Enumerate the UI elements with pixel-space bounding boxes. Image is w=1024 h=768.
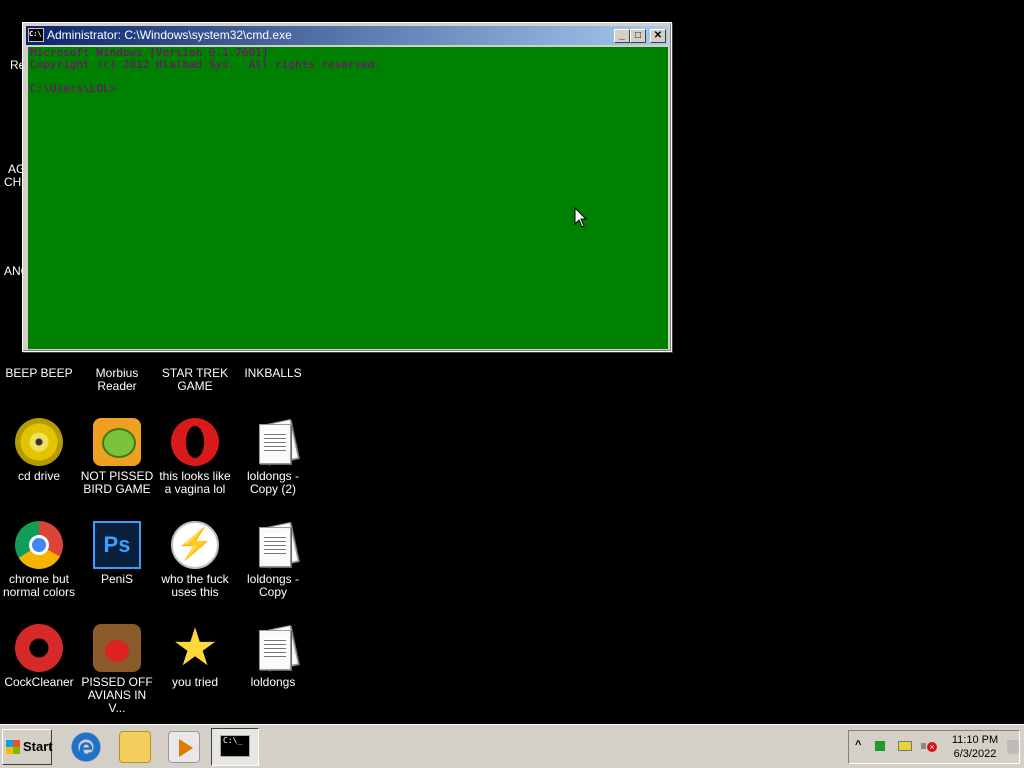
show-hidden-icons-chevron-icon[interactable]: ^ (855, 739, 861, 751)
desktop-icon-you-tried[interactable]: ★ you tried (156, 619, 234, 689)
network-monitor-icon[interactable] (898, 741, 912, 751)
minimize-button[interactable]: _ (614, 29, 630, 43)
desktop-icon-ccleaner[interactable]: CockCleaner (0, 624, 78, 689)
show-desktop-icon[interactable] (1007, 740, 1019, 754)
internet-explorer-icon[interactable]: e (70, 731, 102, 763)
desktop-icon-label: PeniS (100, 572, 134, 586)
text-document-icon (249, 418, 299, 466)
maximize-button[interactable]: □ (630, 29, 646, 43)
desktop-icon-label: NOT PISSED BIRD GAME (80, 469, 154, 496)
window-titlebar[interactable]: C:\ Administrator: C:\Windows\system32\c… (26, 26, 668, 45)
desktop-icon-loldongs-copy-2[interactable]: loldongs - Copy (2) (234, 418, 312, 496)
system-tray: ^ 11:10 PM 6/3/2022 (848, 730, 1020, 764)
taskbar-button-cmd[interactable]: C:\_ (211, 728, 259, 766)
text-document-icon (249, 624, 299, 672)
taskbar: Start e C:\_ ^ 11:10 PM 6/3/2022 (0, 724, 1024, 768)
console-line: ​ (30, 71, 666, 83)
desktop-icon-bird-game[interactable]: NOT PISSED BIRD GAME (78, 418, 156, 496)
media-player-icon[interactable] (168, 731, 200, 763)
cmd-icon[interactable]: C:\ (28, 28, 44, 42)
desktop-icon-photoshop[interactable]: Ps PeniS (78, 521, 156, 586)
console-prompt[interactable]: C:\Users\LOL> (30, 83, 666, 95)
action-center-flag-icon[interactable] (875, 741, 885, 751)
desktop-icon-label: STAR TREK GAME (161, 366, 229, 393)
green-bird-icon (93, 418, 141, 466)
console-output[interactable]: Microsoft Windows [Version 6.1.7601] Copy… (28, 47, 668, 349)
clock-time: 11:10 PM (951, 734, 999, 746)
file-explorer-icon[interactable] (119, 731, 151, 763)
desktop-icon-label: loldongs - Copy (246, 572, 300, 599)
console-line: Copyright (c) 2012 Hlalbad Sys. All righ… (30, 58, 381, 71)
cd-drive-icon (15, 418, 63, 466)
lightning-icon: ⚡ (171, 521, 219, 569)
desktop-icon-inkballs[interactable]: INKBALLS (234, 367, 312, 380)
taskbar-clock[interactable]: 11:10 PM 6/3/2022 (949, 733, 1001, 761)
windows-logo-icon (6, 740, 20, 754)
desktop-icon-opera[interactable]: this looks like a vagina lol (156, 418, 234, 496)
desktop-icon-label: CockCleaner (4, 675, 74, 689)
star-icon: ★ (171, 619, 219, 677)
start-label: Start (23, 739, 53, 754)
desktop-icon-label: who the fuck uses this (161, 572, 229, 599)
start-button[interactable]: Start (2, 729, 53, 765)
cmd-window[interactable]: C:\ Administrator: C:\Windows\system32\c… (22, 22, 672, 352)
text-document-icon (249, 521, 299, 569)
cmd-icon: C:\_ (220, 735, 250, 757)
desktop-icon-label: loldongs (250, 675, 296, 689)
desktop-icon-label: Morbius Reader (95, 366, 139, 393)
desktop-icon-label: INKBALLS (244, 366, 302, 380)
volume-muted-icon[interactable] (921, 740, 937, 754)
desktop-icon-label: cd drive (17, 469, 61, 483)
clock-date: 6/3/2022 (953, 748, 997, 760)
desktop-icon-morbius-reader[interactable]: Morbius Reader (78, 367, 156, 393)
angry-birds-seasons-icon (93, 624, 141, 672)
ccleaner-icon (15, 624, 63, 672)
desktop-icon-cd-drive[interactable]: cd drive (0, 418, 78, 483)
desktop-icon-label: PISSED OFF AVIANS IN V... (81, 675, 153, 715)
desktop-icon-label: BEEP BEEP (5, 366, 73, 380)
desktop-icon-label: this looks like a vagina lol (159, 469, 231, 496)
chrome-icon (15, 521, 63, 569)
close-button[interactable]: ✕ (650, 29, 666, 43)
desktop-icon-angry-birds-seasons[interactable]: PISSED OFF AVIANS IN V... (78, 624, 156, 715)
desktop-icon-label: loldongs - Copy (2) (246, 469, 300, 496)
desktop-icon-loldongs[interactable]: loldongs (234, 624, 312, 689)
photoshop-icon: Ps (93, 521, 141, 569)
desktop-icon-label: chrome but normal colors (2, 572, 76, 599)
desktop-icon-label: you tried (171, 675, 219, 689)
desktop-icon-lightning[interactable]: ⚡ who the fuck uses this (156, 521, 234, 599)
desktop-icon-beep-beep[interactable]: BEEP BEEP (0, 367, 78, 380)
desktop-icon-loldongs-copy[interactable]: loldongs - Copy (234, 521, 312, 599)
window-title: Administrator: C:\Windows\system32\cmd.e… (47, 28, 292, 42)
desktop-icon-star-trek-game[interactable]: STAR TREK GAME (156, 367, 234, 393)
opera-icon (171, 418, 219, 466)
desktop-icon-chrome[interactable]: chrome but normal colors (0, 521, 78, 599)
mouse-pointer-icon (574, 207, 588, 228)
